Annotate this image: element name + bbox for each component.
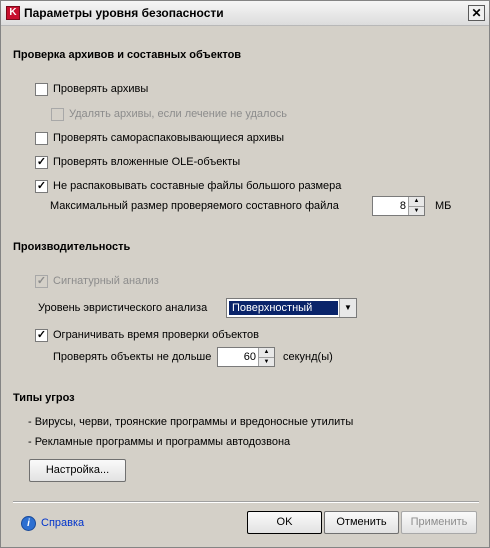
ok-button[interactable]: OK: [247, 511, 322, 534]
threat-type-item: - Рекламные программы и программы автодо…: [28, 436, 291, 448]
max-size-spin-arrows[interactable]: ▲ ▼: [408, 197, 424, 215]
limit-scan-time-checkbox[interactable]: ✓: [35, 329, 48, 342]
chevron-down-icon[interactable]: ▼: [339, 299, 356, 317]
security-level-dialog: K Параметры уровня безопасности ✕ Провер…: [0, 0, 490, 548]
signature-analysis-checkbox: ✓: [35, 275, 48, 288]
max-size-value[interactable]: 8: [400, 200, 406, 212]
close-button[interactable]: ✕: [468, 5, 485, 21]
kaspersky-app-icon: K: [6, 6, 20, 20]
spin-up-icon[interactable]: ▲: [409, 197, 424, 206]
check-archives-label[interactable]: Проверять архивы: [53, 83, 148, 95]
footer-divider: [13, 501, 479, 503]
archives-section-title: Проверка архивов и составных объектов: [13, 49, 242, 61]
skip-large-files-checkbox[interactable]: ✓: [35, 180, 48, 193]
max-size-spinbox[interactable]: 8 ▲ ▼: [372, 196, 425, 216]
threat-types-section-title: Типы угроз: [13, 392, 75, 404]
spin-down-icon[interactable]: ▼: [259, 357, 274, 366]
apply-button: Применить: [401, 511, 477, 534]
scan-time-unit: секунд(ы): [283, 351, 333, 363]
check-ole-objects-checkbox[interactable]: ✓: [35, 156, 48, 169]
limit-scan-time-label[interactable]: Ограничивать время проверки объектов: [53, 329, 259, 341]
help-icon[interactable]: i: [21, 516, 36, 531]
check-sfx-archives-label[interactable]: Проверять самораспаковывающиеся архивы: [53, 132, 284, 144]
heuristic-level-select[interactable]: Поверхностный ▼: [226, 298, 357, 318]
scan-time-spin-arrows[interactable]: ▲ ▼: [258, 348, 274, 366]
spin-up-icon[interactable]: ▲: [259, 348, 274, 357]
scan-time-limit-label: Проверять объекты не дольше: [53, 351, 212, 363]
check-sfx-archives-checkbox[interactable]: [35, 132, 48, 145]
title-bar[interactable]: K Параметры уровня безопасности ✕: [1, 1, 489, 26]
max-size-label: Максимальный размер проверяемого составн…: [50, 200, 339, 212]
help-link[interactable]: Справка: [41, 517, 84, 529]
check-ole-objects-label[interactable]: Проверять вложенные OLE-объекты: [53, 156, 240, 168]
check-archives-checkbox[interactable]: [35, 83, 48, 96]
signature-analysis-label: Сигнатурный анализ: [53, 275, 159, 287]
spin-down-icon[interactable]: ▼: [409, 206, 424, 215]
delete-archives-checkbox: [51, 108, 64, 121]
window-title: Параметры уровня безопасности: [24, 6, 224, 20]
threat-type-item: - Вирусы, черви, троянские программы и в…: [28, 416, 354, 428]
heuristic-level-label: Уровень эвристического анализа: [38, 302, 208, 314]
heuristic-level-value[interactable]: Поверхностный: [229, 301, 338, 315]
scan-time-spinbox[interactable]: 60 ▲ ▼: [217, 347, 275, 367]
cancel-button[interactable]: Отменить: [324, 511, 399, 534]
max-size-unit: МБ: [435, 200, 452, 212]
skip-large-files-label[interactable]: Не распаковывать составные файлы большог…: [53, 180, 341, 192]
delete-archives-label: Удалять архивы, если лечение не удалось: [69, 108, 287, 120]
threat-settings-button[interactable]: Настройка...: [29, 459, 126, 482]
scan-time-value[interactable]: 60: [244, 351, 256, 363]
performance-section-title: Производительность: [13, 241, 131, 253]
